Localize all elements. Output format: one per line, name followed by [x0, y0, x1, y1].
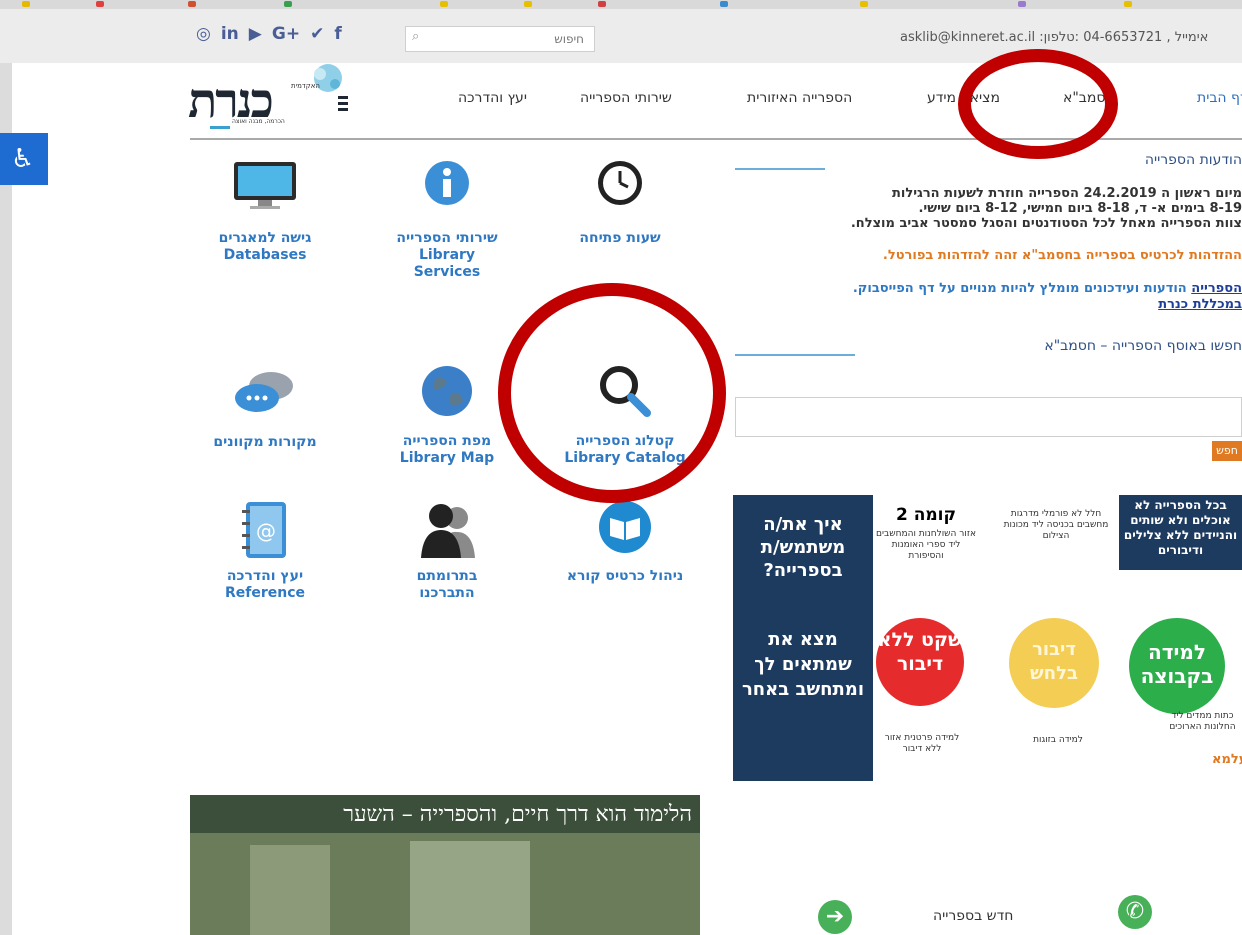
info-icon: [425, 161, 469, 205]
tile-label: ניהול כרטיס קורא: [566, 568, 684, 584]
clock-icon: [598, 161, 642, 205]
book-icon: [599, 501, 651, 553]
poster-floor-title: קומה 2: [895, 505, 957, 525]
tile-online-resources[interactable]: מקורות מקוונים: [190, 370, 340, 451]
poster-zone-note: כתות ממדים ליד החלונות הארוכים: [1169, 711, 1236, 732]
zone-group-learning: למידה בקבוצה: [1129, 618, 1225, 714]
tile-label: מקורות מקוונים: [213, 434, 317, 450]
poster-question-panel: איך את/ה משתמש/ת בספרייה? מצא את שמתאים …: [733, 495, 873, 781]
browser-bookmark-strip: [0, 0, 1242, 9]
catalog-search-heading: חפשו באוסף הספרייה – חסמב"א: [1044, 338, 1242, 354]
page-gutter: [0, 63, 12, 935]
linkedin-icon[interactable]: in: [221, 24, 239, 44]
nav-item-regional-library[interactable]: הספרייה האיזורית: [747, 90, 852, 106]
library-zones-poster: בכל הספרייה לא אוכלים ולא שותים והניידים…: [733, 495, 1242, 781]
tile-reference[interactable]: @ יעץ והדרכה Reference: [190, 500, 340, 602]
tile-reader-card[interactable]: ניהול כרטיס קורא: [550, 500, 700, 585]
globe-icon: [422, 366, 472, 416]
poster-zone-note: למידה פרטנית אזור ללא דיבור: [884, 733, 960, 754]
zone-whisper: דיבור בלחש: [1009, 618, 1099, 708]
nav-item-library-services[interactable]: שירותי הספרייה: [580, 90, 672, 106]
announcements-heading: הודעות הספרייה: [1144, 152, 1242, 168]
logo-top-text: האקדמית: [291, 82, 320, 90]
notice-line: 8-19 בימים א- ד, 8-18 ביום חמישי, 8-12 ב…: [918, 201, 1242, 216]
facebook-icon[interactable]: f: [334, 24, 341, 44]
chat-bubbles-icon: [235, 372, 293, 412]
tile-label: שעות פתיחה: [579, 230, 661, 246]
heading-underline: [735, 354, 855, 356]
notice-line: ההזדהות לכרטיס בספרייה בחסמב"א זהה להזדה…: [882, 248, 1242, 263]
heading-underline: [735, 168, 825, 170]
kinneret-logo[interactable]: כנרת האקדמית הכרמה, מבנה ואוצה: [188, 62, 348, 132]
news-link[interactable]: חדש בספרייה: [933, 908, 1013, 924]
tile-label: יעץ והדרכה: [226, 568, 304, 584]
tile-label-en: Reference: [224, 585, 306, 601]
youtube-icon[interactable]: ▶: [249, 24, 262, 44]
tile-label: גישה למאגרים: [218, 230, 312, 246]
highlight-circle: [498, 283, 726, 503]
contact-info: asklib@kinneret.ac.il :אימייל , 04-66537…: [900, 30, 1209, 45]
twitter-icon[interactable]: ✔: [310, 24, 324, 44]
tile-label: מפת הספרייה: [402, 433, 492, 449]
poster-question: איך את/ה משתמש/ת בספרייה?: [760, 514, 846, 581]
facebook-link[interactable]: במכללת כנרת: [1158, 297, 1242, 312]
catalog-search-button[interactable]: חפש: [1212, 441, 1242, 461]
search-placeholder: חיפוש: [554, 32, 584, 46]
library-banner: הלימוד הוא דרך חיים, והספרייה – השער: [190, 795, 700, 935]
highlight-circle: [958, 49, 1118, 159]
poster-zone-note: חלל לא פורמלי מדרגות מחשבים בכניסה ליד מ…: [1003, 509, 1109, 541]
people-icon: [421, 504, 475, 558]
notice-text: הודעות ועידכונים מומלץ להיות מנויים על ד…: [852, 281, 1187, 296]
notice-line: מיום ראשון ה 24.2.2019 הספרייה חוזרת לשע…: [891, 186, 1242, 201]
site-search-input[interactable]: ⌕ חיפוש: [405, 26, 595, 52]
tile-label: שירותי הספרייה: [396, 230, 498, 246]
tile-label: בתרומתם התברכנו: [416, 568, 478, 601]
alma-link[interactable]: עלמא: [1212, 752, 1242, 767]
notice-line: צוות הספרייה מאחל לכל הסטודנטים והסגל סמ…: [850, 216, 1242, 231]
tile-label-en: Library Services: [413, 247, 481, 280]
accessibility-button[interactable]: ♿: [0, 133, 48, 185]
address-book-icon: @: [242, 502, 286, 558]
nav-item-reference[interactable]: יעץ והדרכה: [458, 90, 527, 106]
wheelchair-icon: ♿: [11, 144, 35, 174]
tile-label-en: Library Map: [399, 450, 495, 466]
tile-label-en: Databases: [223, 247, 307, 263]
instagram-icon[interactable]: ◎: [196, 24, 211, 44]
phone-icon[interactable]: ✆: [1118, 895, 1152, 929]
main-nav: דף הבית חסמב"א מציאת מידע הספרייה האיזור…: [440, 90, 1242, 120]
banner-text: הלימוד הוא דרך חיים, והספרייה – השער: [343, 802, 692, 827]
nav-item-home[interactable]: דף הבית: [1197, 90, 1242, 106]
monitor-icon: [234, 162, 296, 209]
logo-tagline: הכרמה, מבנה ואוצה: [232, 118, 285, 125]
search-icon[interactable]: ⌕: [412, 29, 419, 44]
catalog-search-input[interactable]: [735, 397, 1242, 437]
tile-library-services[interactable]: שירותי הספרייה Library Services: [372, 160, 522, 281]
google-plus-icon[interactable]: G+: [272, 24, 300, 44]
svg-text:@: @: [256, 519, 276, 543]
poster-zone-note: למידה בזוגות: [1033, 735, 1083, 745]
facebook-link[interactable]: הספרייה: [1191, 281, 1242, 296]
tile-donors[interactable]: בתרומתם התברכנו: [372, 500, 522, 602]
social-links: ◎ in ▶ G+ ✔ f: [196, 24, 342, 44]
poster-rules-panel: בכל הספרייה לא אוכלים ולא שותים והניידים…: [1119, 495, 1242, 570]
notice-line: הספרייה הודעות ועידכונים מומלץ להיות מנו…: [853, 281, 1242, 296]
tile-opening-hours[interactable]: שעות פתיחה: [545, 160, 695, 247]
zone-silence: שקט ללא דיבור: [876, 618, 964, 706]
poster-floor-note: אזור השולחנות והמחשבים ליד ספרי האומנות …: [876, 529, 976, 561]
tile-databases[interactable]: גישה למאגרים Databases: [185, 160, 345, 264]
phone-icon[interactable]: ➔: [818, 900, 852, 934]
poster-answer: מצא את שמתאים לך ומתחשב באחר: [741, 629, 865, 700]
